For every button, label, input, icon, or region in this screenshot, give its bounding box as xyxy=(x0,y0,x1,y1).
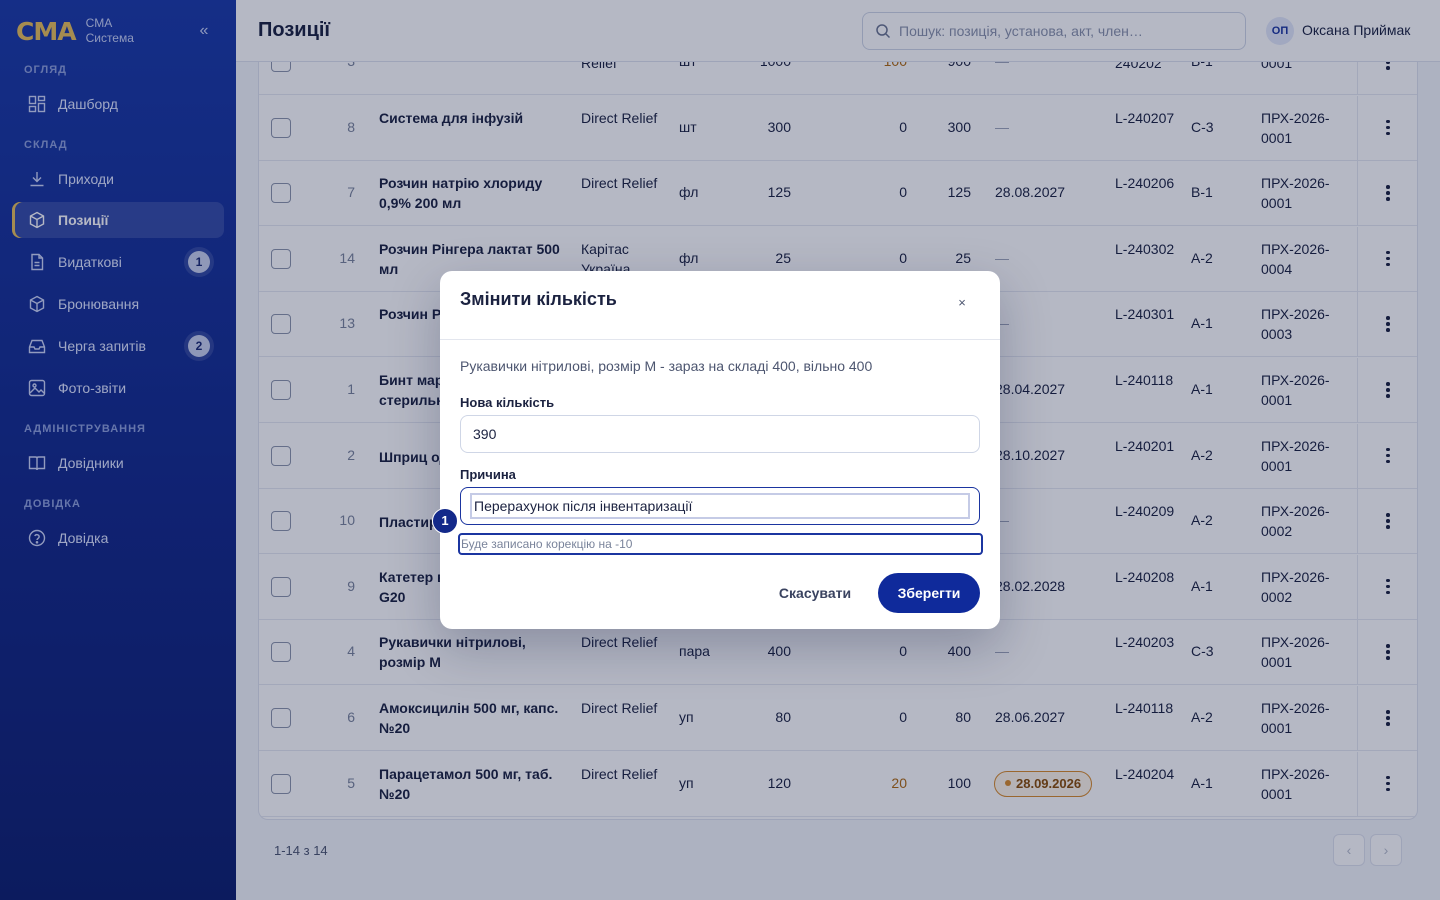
cancel-button[interactable]: Скасувати xyxy=(764,573,866,613)
quantity-label: Нова кількість xyxy=(460,395,555,410)
save-button[interactable]: Зберегти xyxy=(878,573,980,613)
reason-label: Причина xyxy=(460,467,516,482)
dialog-divider xyxy=(440,339,1000,340)
annotation-marker: 1 xyxy=(432,508,458,534)
dialog-description: Рукавички нітрилові, розмір M - зараз на… xyxy=(460,358,873,374)
change-quantity-dialog: Змінити кількість × Рукавички нітрилові,… xyxy=(432,271,1000,629)
correction-hint: Буде записано корекцію на -10 xyxy=(458,533,983,555)
quantity-input[interactable] xyxy=(460,415,980,453)
close-icon[interactable]: × xyxy=(954,295,970,311)
dialog-title: Змінити кількість xyxy=(460,289,617,309)
reason-input[interactable]: Перерахунок після інвентаризації xyxy=(468,491,972,521)
